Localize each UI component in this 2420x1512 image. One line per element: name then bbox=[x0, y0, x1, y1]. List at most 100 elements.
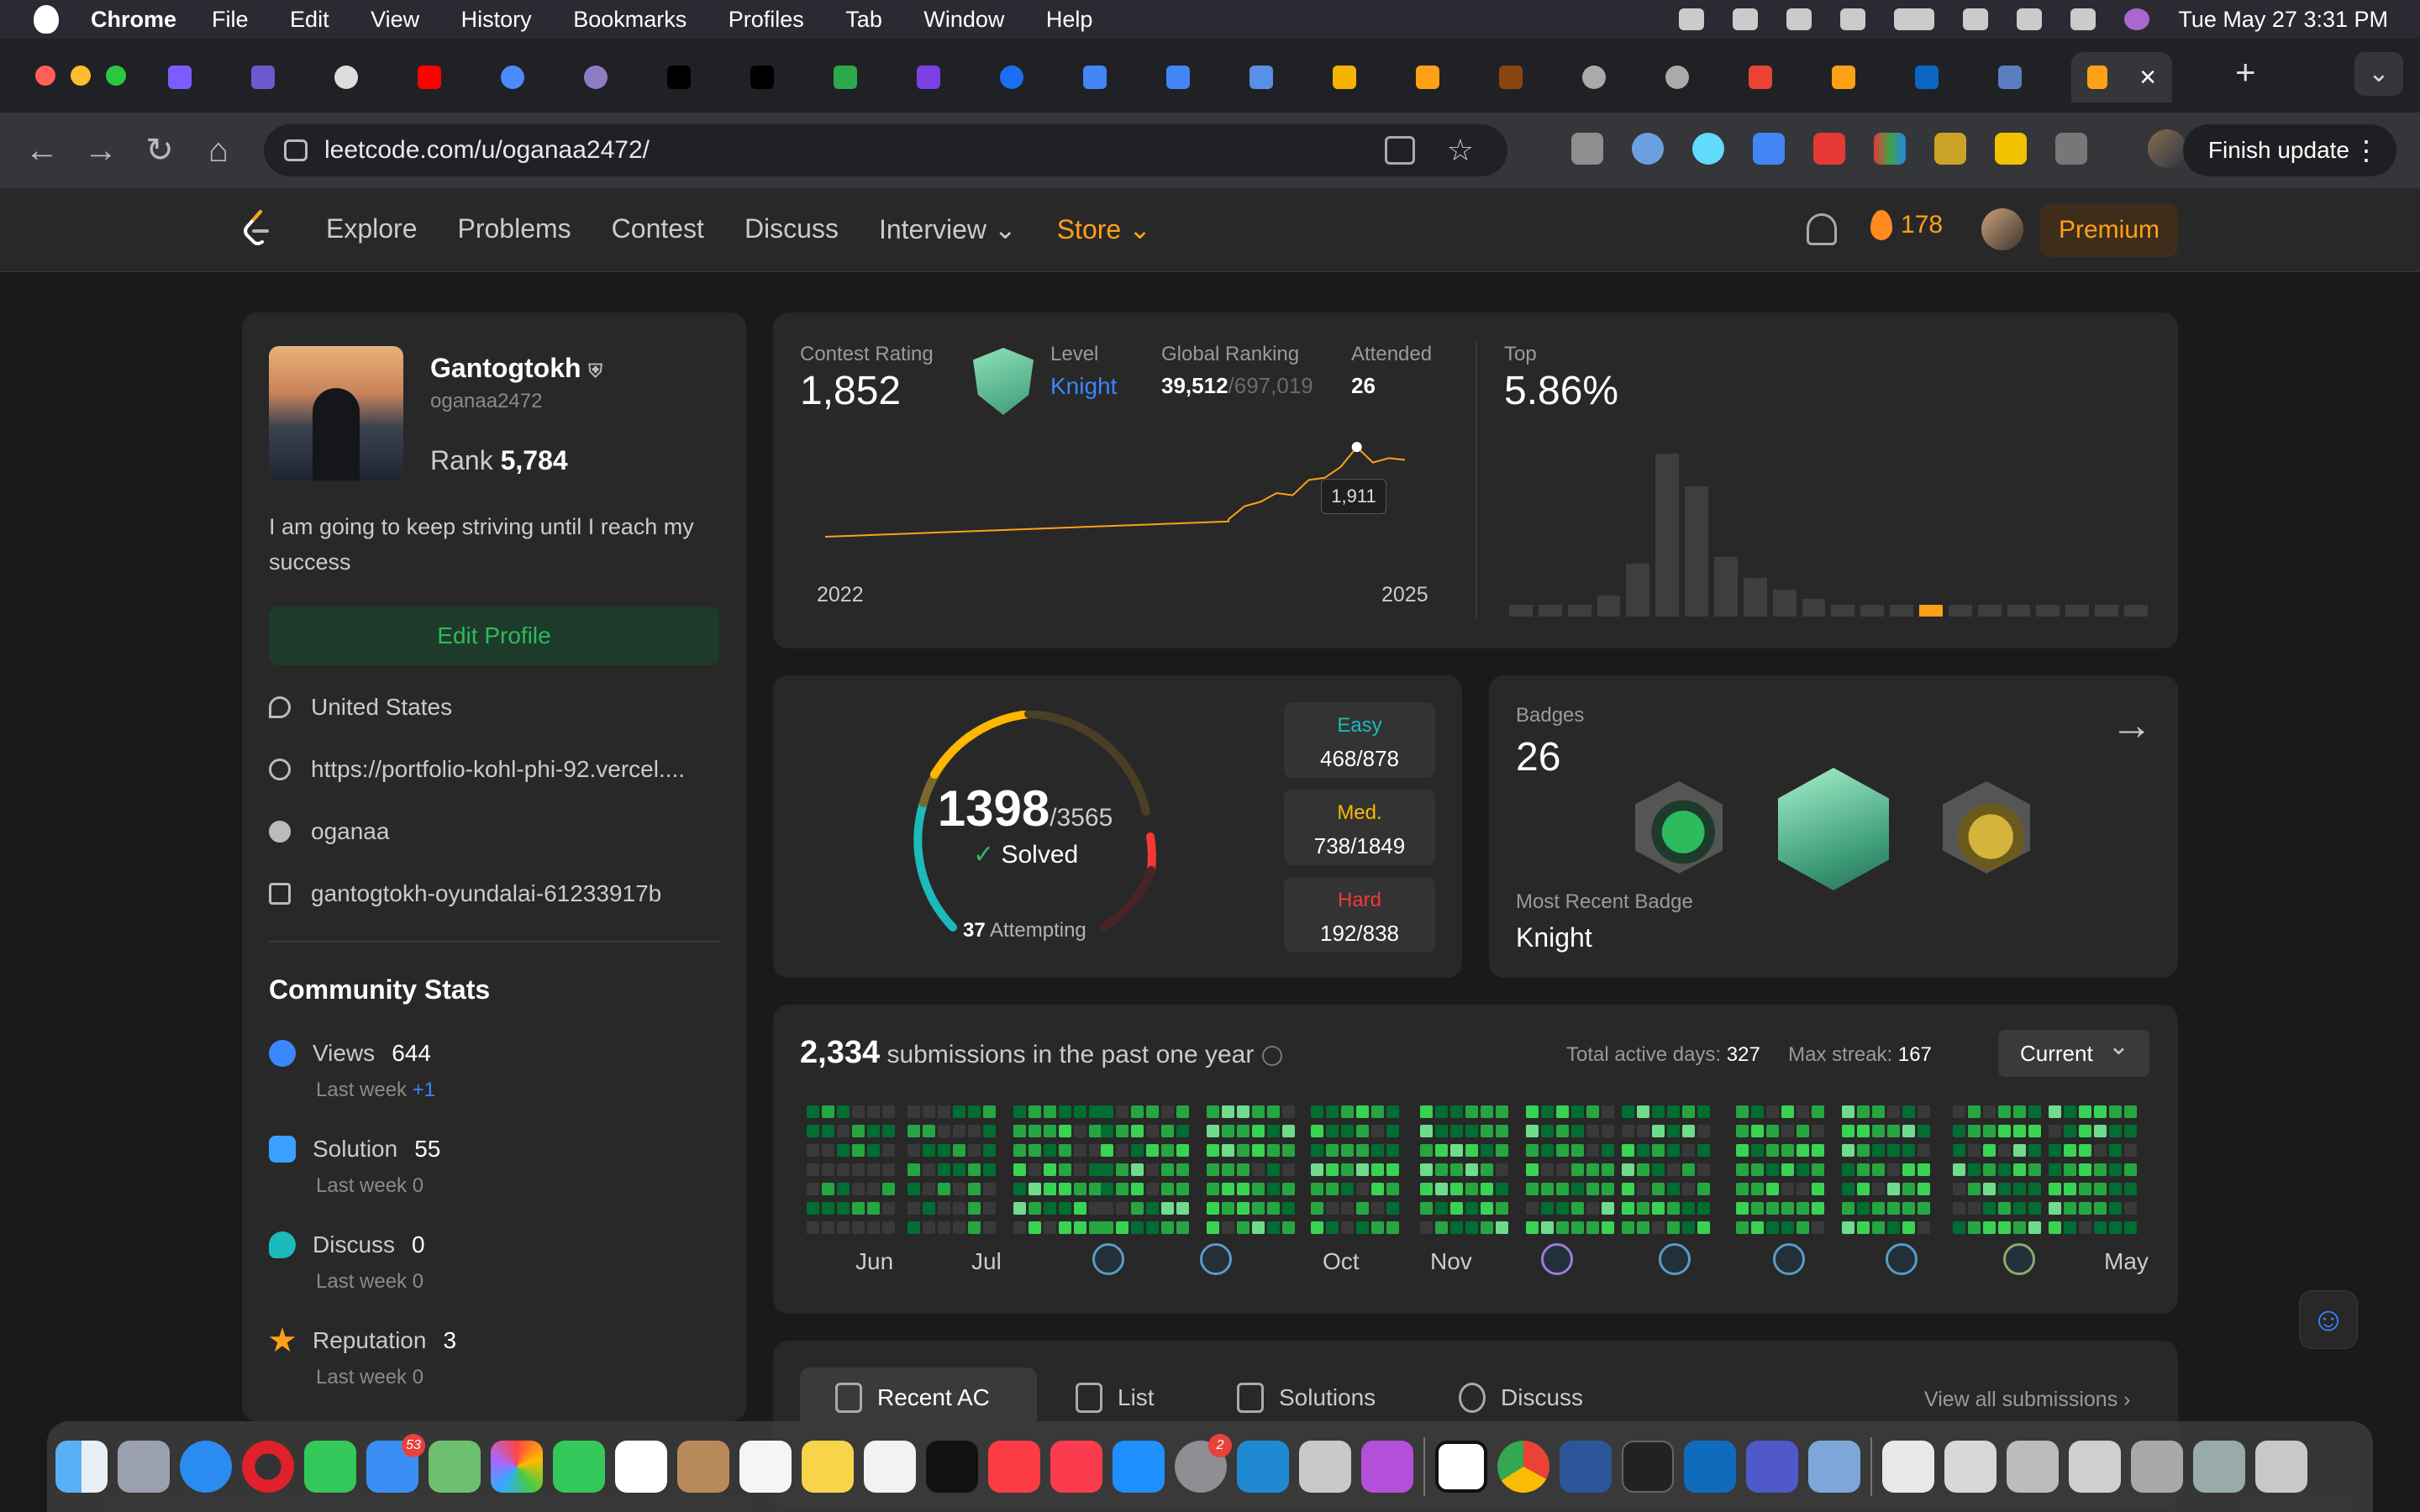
heatmap-cell[interactable] bbox=[1526, 1221, 1539, 1234]
menu-bookmarks[interactable]: Bookmarks bbox=[573, 7, 687, 32]
heatmap-cell[interactable] bbox=[1812, 1144, 1824, 1157]
heatmap-cell[interactable] bbox=[953, 1183, 965, 1195]
heatmap-cell[interactable] bbox=[1902, 1144, 1915, 1157]
heatmap-cell[interactable] bbox=[1652, 1183, 1665, 1195]
heatmap-cell[interactable] bbox=[2013, 1183, 2026, 1195]
notion-icon[interactable] bbox=[1435, 1441, 1487, 1493]
launchpad-icon[interactable] bbox=[118, 1441, 170, 1493]
heatmap-cell[interactable] bbox=[1637, 1163, 1649, 1176]
heatmap-cell[interactable] bbox=[1420, 1183, 1433, 1195]
tab[interactable] bbox=[1822, 52, 1865, 102]
heatmap-cell[interactable] bbox=[1341, 1221, 1354, 1234]
heatmap-cell[interactable] bbox=[1541, 1144, 1554, 1157]
heatmap-cell[interactable] bbox=[1465, 1202, 1478, 1215]
outlook-icon[interactable] bbox=[1684, 1441, 1736, 1493]
heatmap-cell[interactable] bbox=[1902, 1125, 1915, 1137]
heatmap-cell[interactable] bbox=[953, 1144, 965, 1157]
heatmap-cell[interactable] bbox=[1341, 1105, 1354, 1118]
easy-box[interactable]: Easy 468/878 bbox=[1284, 702, 1435, 778]
heatmap-cell[interactable] bbox=[1420, 1221, 1433, 1234]
heatmap-cell[interactable] bbox=[1918, 1163, 1930, 1176]
monthly-badge-icon[interactable] bbox=[1886, 1243, 1918, 1275]
heatmap-cell[interactable] bbox=[1252, 1183, 1265, 1195]
heatmap-cell[interactable] bbox=[2028, 1202, 2041, 1215]
heatmap-cell[interactable] bbox=[938, 1125, 950, 1137]
heatmap-cell[interactable] bbox=[1637, 1221, 1649, 1234]
heatmap-cell[interactable] bbox=[983, 1105, 996, 1118]
histogram-bar[interactable] bbox=[1919, 604, 1943, 617]
heatmap-cell[interactable] bbox=[1541, 1105, 1554, 1118]
heatmap-cell[interactable] bbox=[2049, 1125, 2061, 1137]
address-bar[interactable]: leetcode.com/u/oganaa2472/ ☆ bbox=[264, 124, 1507, 176]
heatmap-cell[interactable] bbox=[867, 1202, 880, 1215]
heatmap-cell[interactable] bbox=[1074, 1163, 1086, 1176]
heatmap-cell[interactable] bbox=[1237, 1125, 1249, 1137]
tab[interactable] bbox=[990, 52, 1034, 102]
heatmap-cell[interactable] bbox=[2094, 1144, 2107, 1157]
heatmap-cell[interactable] bbox=[1602, 1105, 1614, 1118]
heatmap-cell[interactable] bbox=[2094, 1183, 2107, 1195]
heatmap-cell[interactable] bbox=[852, 1105, 865, 1118]
heatmap-cell[interactable] bbox=[1028, 1144, 1041, 1157]
heatmap-cell[interactable] bbox=[837, 1202, 850, 1215]
heatmap-cell[interactable] bbox=[1622, 1163, 1634, 1176]
heatmap-cell[interactable] bbox=[1857, 1125, 1870, 1137]
heatmap-cell[interactable] bbox=[1872, 1105, 1885, 1118]
monthly-badge-icon[interactable] bbox=[1092, 1243, 1124, 1275]
heatmap-cell[interactable] bbox=[1101, 1125, 1113, 1137]
heatmap-cell[interactable] bbox=[867, 1163, 880, 1176]
heatmap-cell[interactable] bbox=[1116, 1183, 1128, 1195]
tab-list[interactable]: List bbox=[1076, 1368, 1155, 1428]
heatmap-cell[interactable] bbox=[1044, 1183, 1056, 1195]
heatmap-cell[interactable] bbox=[1766, 1125, 1779, 1137]
heatmap-cell[interactable] bbox=[1465, 1221, 1478, 1234]
histogram-bar[interactable] bbox=[1655, 454, 1680, 617]
heatmap-cell[interactable] bbox=[1481, 1202, 1493, 1215]
heatmap-cell[interactable] bbox=[807, 1125, 819, 1137]
heatmap-cell[interactable] bbox=[1872, 1144, 1885, 1157]
heatmap-cell[interactable] bbox=[938, 1163, 950, 1176]
heatmap-cell[interactable] bbox=[1341, 1202, 1354, 1215]
heatmap-cell[interactable] bbox=[938, 1221, 950, 1234]
heatmap-cell[interactable] bbox=[2079, 1221, 2091, 1234]
histogram-bar[interactable] bbox=[1626, 563, 1650, 617]
heatmap-cell[interactable] bbox=[822, 1125, 834, 1137]
heatmap-cell[interactable] bbox=[1044, 1163, 1056, 1176]
heatmap-cell[interactable] bbox=[2124, 1144, 2137, 1157]
heatmap-cell[interactable] bbox=[807, 1221, 819, 1234]
rating-highlight-point[interactable] bbox=[1351, 442, 1362, 453]
heatmap-cell[interactable] bbox=[1252, 1221, 1265, 1234]
heatmap-cell[interactable] bbox=[1252, 1202, 1265, 1215]
heatmap-cell[interactable] bbox=[1586, 1163, 1599, 1176]
heatmap-cell[interactable] bbox=[1465, 1163, 1478, 1176]
heatmap-cell[interactable] bbox=[1356, 1125, 1369, 1137]
heatmap-cell[interactable] bbox=[1637, 1202, 1649, 1215]
heatmap-cell[interactable] bbox=[2124, 1221, 2137, 1234]
heatmap-cell[interactable] bbox=[2124, 1202, 2137, 1215]
heatmap-cell[interactable] bbox=[882, 1105, 895, 1118]
heatmap-cell[interactable] bbox=[852, 1144, 865, 1157]
heatmap-cell[interactable] bbox=[2028, 1125, 2041, 1137]
heatmap-cell[interactable] bbox=[1282, 1144, 1295, 1157]
heatmap-cell[interactable] bbox=[1697, 1163, 1710, 1176]
heatmap-cell[interactable] bbox=[1207, 1221, 1219, 1234]
heatmap-cell[interactable] bbox=[1918, 1105, 1930, 1118]
heatmap-cell[interactable] bbox=[1682, 1183, 1695, 1195]
heatmap-cell[interactable] bbox=[1968, 1163, 1981, 1176]
menu-history[interactable]: History bbox=[461, 7, 532, 32]
heatmap-cell[interactable] bbox=[1282, 1163, 1295, 1176]
heatmap-cell[interactable] bbox=[867, 1144, 880, 1157]
heatmap-cell[interactable] bbox=[2013, 1144, 2026, 1157]
tab[interactable] bbox=[1489, 52, 1533, 102]
histogram-bar[interactable] bbox=[1685, 486, 1709, 617]
heatmap-cell[interactable] bbox=[1667, 1183, 1680, 1195]
menu-edit[interactable]: Edit bbox=[290, 7, 329, 32]
heatmap-cell[interactable] bbox=[1146, 1183, 1159, 1195]
heatmap-cell[interactable] bbox=[1751, 1183, 1764, 1195]
heatmap-cell[interactable] bbox=[1586, 1183, 1599, 1195]
heatmap-cell[interactable] bbox=[1622, 1144, 1634, 1157]
clock[interactable]: Tue May 27 3:31 PM bbox=[2178, 7, 2388, 33]
monthly-badge-icon[interactable] bbox=[1200, 1243, 1232, 1275]
reload-icon[interactable]: ↻ bbox=[143, 131, 176, 170]
heatmap-cell[interactable] bbox=[1311, 1221, 1323, 1234]
